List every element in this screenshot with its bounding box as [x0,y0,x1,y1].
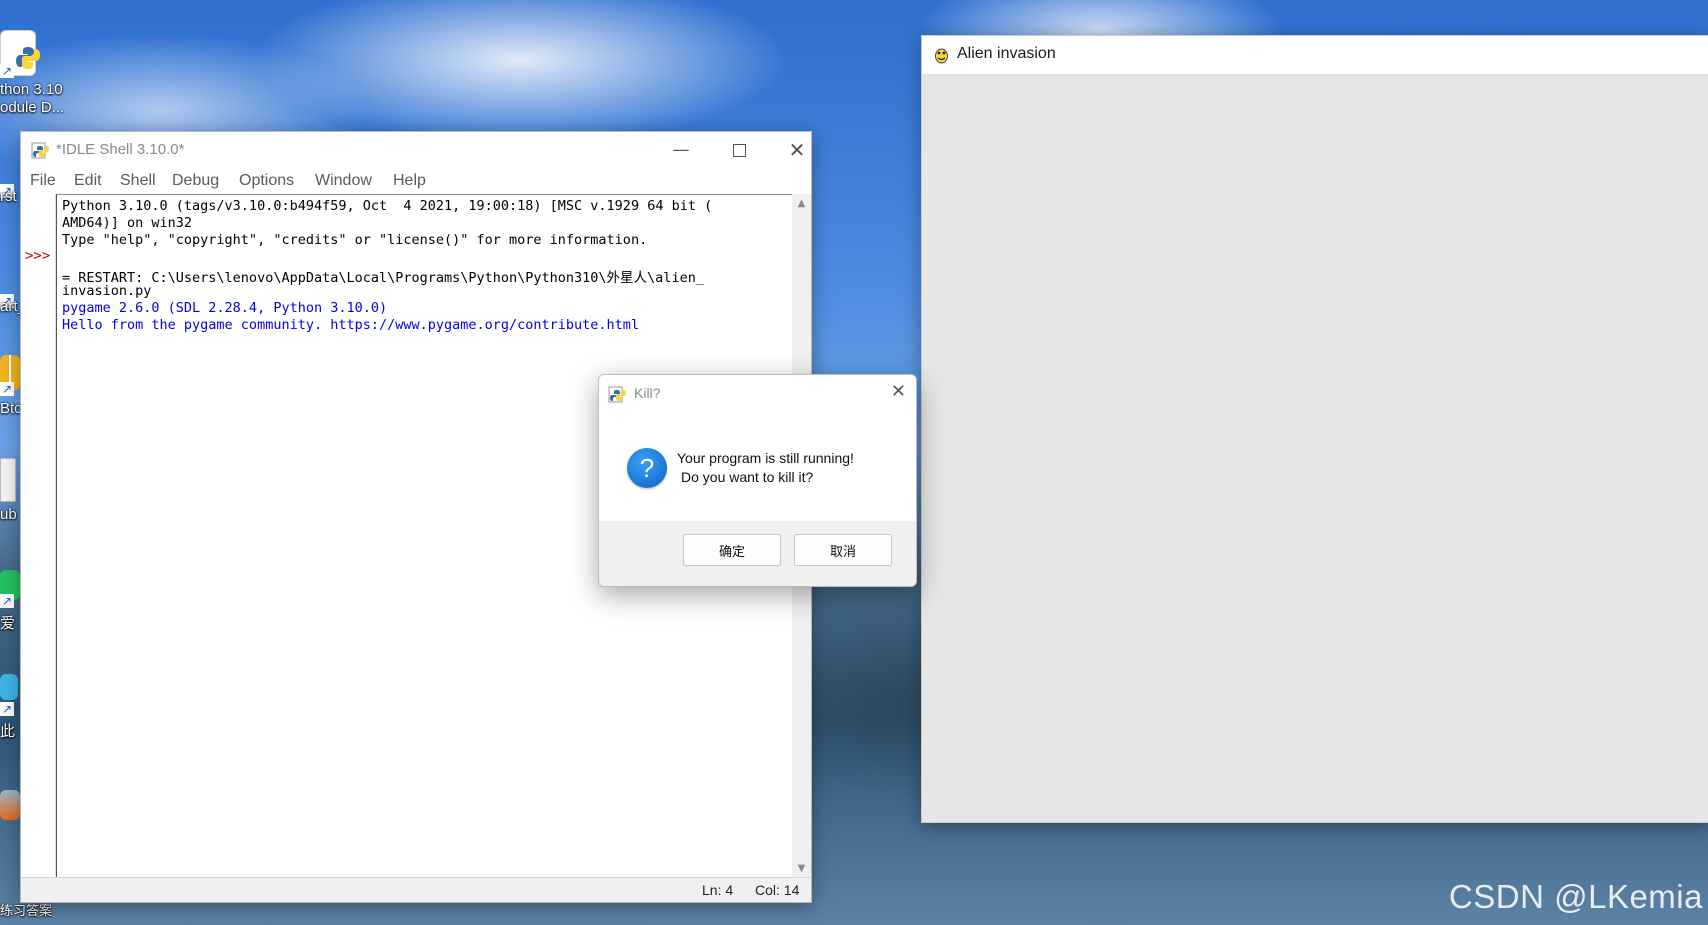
close-icon: ✕ [788,138,806,162]
pygame-window-title: Alien invasion [957,45,1056,62]
idle-app-icon [608,386,626,403]
maximize-icon [732,143,746,157]
line-number: Ln: 4 [702,882,734,898]
game-canvas[interactable] [922,75,1708,822]
shell-output-line: Python 3.10.0 (tags/v3.10.0:b494f59, Oct… [62,198,713,214]
maximize-button[interactable] [710,132,768,168]
menu-edit[interactable]: Edit [74,172,102,190]
shell-prompt: >>> [25,248,51,264]
this-pc-icon [0,674,18,700]
dialog-button-bar: 确定 取消 [599,521,916,586]
pygame-snake-icon [935,48,948,64]
watermark: CSDN @LKemia [1448,878,1703,915]
question-icon: ? [627,448,667,488]
desktop-icon-label: 爱 [0,615,16,632]
shell-output-line: pygame 2.6.0 (SDL 2.28.4, Python 3.10.0) [62,300,388,316]
shell-output-line: invasion.py [62,283,152,299]
dialog-message-line2: Do you want to kill it? [681,469,814,485]
minimize-button[interactable]: — [652,132,710,168]
shell-output-line: AMD64)] on win32 [62,215,193,231]
pygame-titlebar[interactable]: Alien invasion [922,36,1708,75]
idle-app-icon [31,142,49,159]
shortcut-arrow-icon: ↗ [0,382,14,396]
app-icon [0,790,20,820]
desktop-icon-label: Btc [0,400,22,417]
desktop-icon-label: rst [0,188,17,205]
menu-shell[interactable]: Shell [120,172,156,190]
desktop-icon-python-docs[interactable]: ↗ [0,30,66,78]
shortcut-arrow-icon: ↗ [0,594,14,608]
dialog-title: Kill? [634,385,661,401]
scroll-up-icon[interactable]: ▲ [792,198,811,209]
menu-file[interactable]: File [30,172,56,190]
scroll-down-icon[interactable]: ▼ [792,863,811,874]
dialog-titlebar[interactable]: Kill? ✕ [599,375,916,411]
shell-output-line: = RESTART: C:\Users\lenovo\AppData\Local… [62,270,704,286]
prompt-gutter: >>> [21,194,56,878]
menu-help[interactable]: Help [393,172,426,190]
idle-window-title: *IDLE Shell 3.10.0* [56,141,185,158]
idle-titlebar[interactable]: *IDLE Shell 3.10.0* — ✕ [21,132,811,168]
shortcut-arrow-icon: ↗ [0,702,14,716]
shell-output-line: Type "help", "copyright", "credits" or "… [62,232,648,248]
close-button[interactable]: ✕ [768,132,826,168]
dialog-message-line1: Your program is still running! [677,450,854,466]
menu-window[interactable]: Window [315,172,372,190]
menu-debug[interactable]: Debug [172,172,219,190]
desktop-icon-label: odule D... [0,99,65,116]
idle-menubar: File Edit Shell Debug Options Window Hel… [21,168,811,194]
pygame-window[interactable]: Alien invasion [921,35,1708,823]
document-icon [0,458,16,502]
cancel-button[interactable]: 取消 [794,534,892,566]
menu-options[interactable]: Options [239,172,294,190]
minimize-icon: — [672,140,690,160]
desktop-icon-label: thon 3.10 [0,81,63,98]
desktop-icon-label: ub [0,506,17,523]
desktop-icon-label: 此 [0,723,16,740]
ok-button[interactable]: 确定 [683,534,781,566]
status-bar: Ln: 4 Col: 14 [21,877,811,902]
shell-output-line: Hello from the pygame community. https:/… [62,317,640,333]
dialog-close-icon[interactable]: ✕ [891,381,906,402]
column-number: Col: 14 [755,882,800,898]
shortcut-arrow-icon: ↗ [0,64,14,78]
kill-dialog[interactable]: Kill? ✕ ? Your program is still running!… [598,374,917,587]
